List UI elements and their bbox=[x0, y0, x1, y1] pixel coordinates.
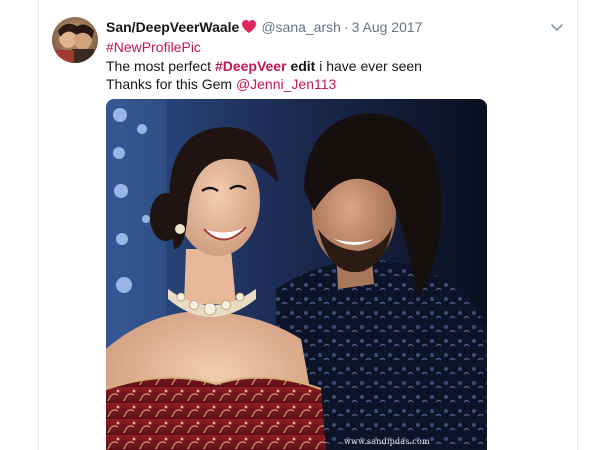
hashtag-newprofilepic[interactable]: #NewProfilePic bbox=[106, 39, 201, 55]
text-suffix: i have ever seen bbox=[315, 58, 422, 74]
separator-dot: · bbox=[343, 19, 349, 35]
photo-image bbox=[106, 99, 487, 450]
thanks-text: Thanks for this Gem bbox=[106, 76, 236, 92]
avatar-image bbox=[52, 17, 98, 63]
tweet-header: San/DeepVeerWaale @sana_arsh · 3 Aug 2017 bbox=[106, 17, 422, 37]
display-name[interactable]: San/DeepVeerWaale bbox=[106, 19, 239, 35]
mention-link[interactable]: @Jenni_Jen113 bbox=[236, 76, 336, 92]
tweet-text-line-2: The most perfect #DeepVeer edit i have e… bbox=[106, 57, 422, 76]
tweet-text-line-1: #NewProfilePic bbox=[106, 38, 201, 57]
tweet-date[interactable]: 3 Aug 2017 bbox=[352, 19, 423, 35]
photo-watermark: www.sandipdas.com bbox=[344, 437, 430, 446]
text-bold: edit bbox=[290, 58, 316, 74]
user-handle[interactable]: @sana_arsh bbox=[261, 19, 341, 35]
tweet-text-line-3: Thanks for this Gem @Jenni_Jen113 bbox=[106, 75, 336, 94]
heart-icon bbox=[241, 19, 257, 39]
chevron-down-icon[interactable] bbox=[549, 19, 565, 35]
text-prefix: The most perfect bbox=[106, 58, 215, 74]
tweet-photo[interactable] bbox=[106, 99, 487, 450]
hashtag-deepveer[interactable]: #DeepVeer bbox=[215, 58, 287, 74]
avatar[interactable] bbox=[52, 17, 98, 63]
